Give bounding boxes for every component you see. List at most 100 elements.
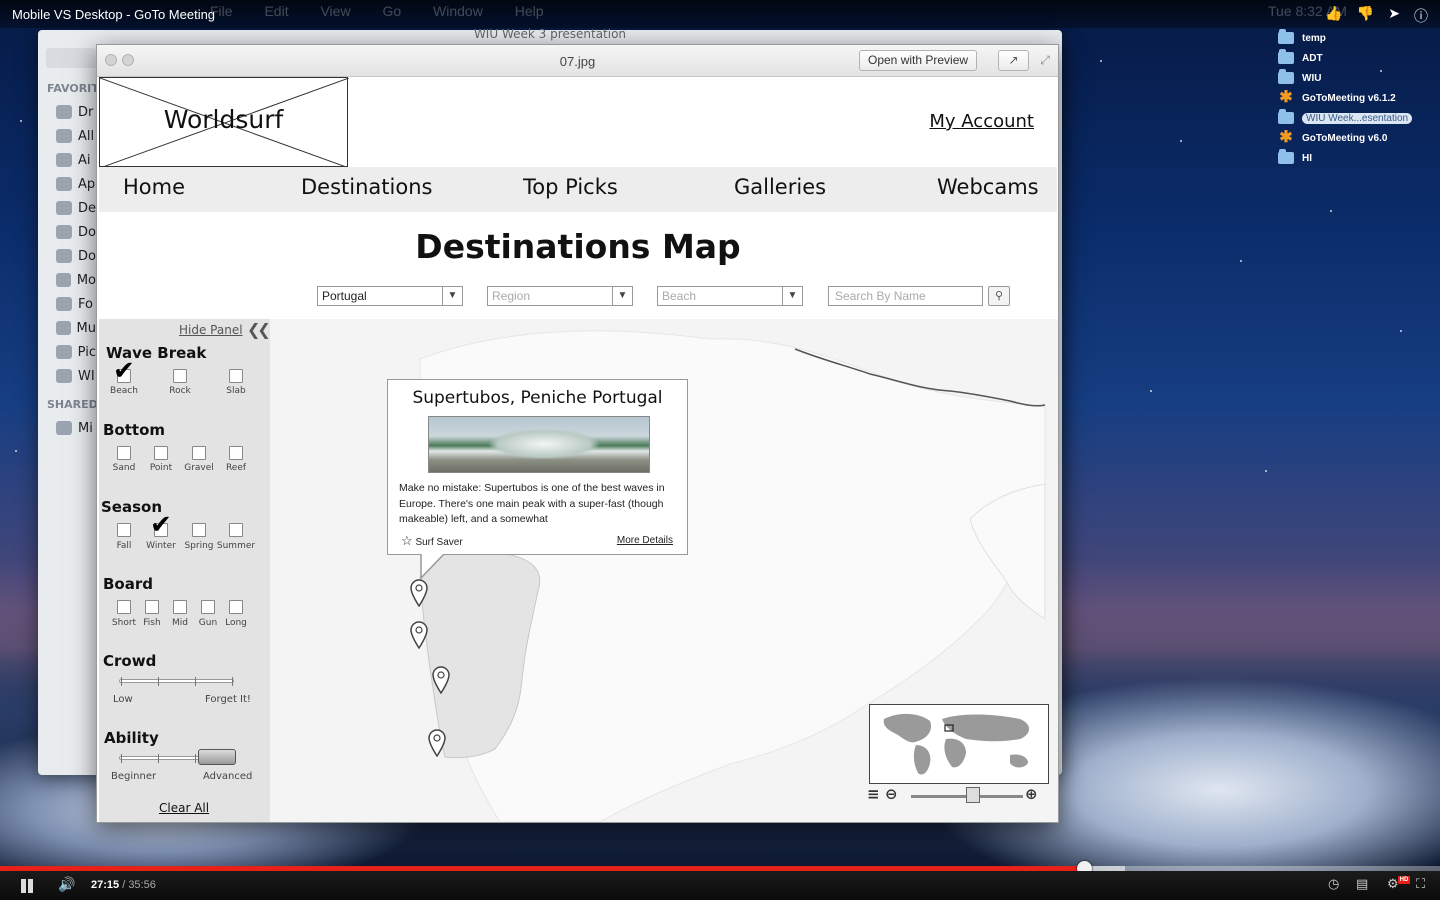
map-pin-icon[interactable] [409,621,429,649]
checkbox-label: Rock [169,386,191,396]
checkbox-rock[interactable] [173,369,187,383]
hide-panel-link[interactable]: Hide Panel [179,323,243,337]
time-display: 27:15 / 35:56 [91,879,156,891]
search-button[interactable]: ⚲ [988,286,1010,306]
pause-icon[interactable] [19,879,35,893]
desktop-item[interactable]: ADT [1278,48,1438,68]
fullscreen-icon[interactable]: ⛶ [1416,877,1425,892]
checkbox-mid[interactable] [173,600,187,614]
dropbox-icon [56,105,72,119]
computer-icon [56,421,72,435]
country-select[interactable]: Portugal ▼ [317,286,463,306]
zoom-out-icon[interactable]: ⊖ [885,785,898,803]
captions-icon[interactable]: ▤ [1356,877,1368,892]
beach-select[interactable]: Beach ▼ [657,286,803,306]
sidebar-item[interactable]: Mu [38,316,96,340]
finder-nav-buttons[interactable] [46,48,96,68]
sidebar-item[interactable]: All [38,124,96,148]
share-button[interactable]: ↗ [998,50,1029,71]
wireframe-page: Worldsurf My Account Home Destinations T… [98,77,1058,822]
more-details-link[interactable]: More Details [617,535,673,546]
checkmark-icon: ✔ [113,356,135,386]
share-icon[interactable]: ➤ [1388,6,1400,26]
info-icon[interactable]: ⓘ [1414,6,1428,26]
my-account-link[interactable]: My Account [929,111,1034,132]
nav-webcams[interactable]: Webcams [937,175,1039,199]
desktop-item[interactable]: WIU Week...esentation [1278,108,1438,128]
watch-later-icon[interactable]: ◷ [1328,877,1339,892]
nav-galleries[interactable]: Galleries [734,175,826,199]
sidebar-item[interactable]: Ai [38,148,96,172]
folder-icon [56,369,72,383]
map-pin-icon[interactable] [427,729,447,757]
checkbox-fall[interactable] [117,523,131,537]
crowd-slider[interactable] [119,679,234,683]
desktop-item[interactable]: ✱ GoToMeeting v6.0 [1278,128,1438,148]
expand-icon[interactable]: ⤢ [1037,52,1053,68]
menu-item: Window [433,3,483,19]
sidebar-item[interactable]: Pic [38,340,96,364]
music-icon [56,321,71,335]
applications-icon [56,177,72,191]
sidebar-item[interactable]: Do [38,220,96,244]
zoom-in-icon[interactable]: ⊕ [1025,785,1038,803]
map-view[interactable]: Supertubos, Peniche Portugal Make no mis… [270,319,1058,822]
settings-gear-icon[interactable]: ⚙ [1387,877,1399,892]
chevron-down-icon: ▼ [442,287,462,305]
video-title[interactable]: Mobile VS Desktop - GoTo Meeting [12,7,215,22]
logo-placeholder[interactable]: Worldsurf [99,77,349,168]
sidebar-item[interactable]: Ap [38,172,96,196]
slider-tick [195,677,196,686]
world-minimap[interactable] [869,704,1049,784]
nav-top-picks[interactable]: Top Picks [523,175,618,199]
checkbox-gravel[interactable] [192,446,206,460]
sidebar-item[interactable]: Mi [38,416,96,440]
nav-home[interactable]: Home [123,175,185,199]
search-input[interactable]: Search By Name [828,286,983,306]
video-controls: 🔊 27:15 / 35:56 ◷ ▤ ⚙ ⛶ [0,871,1440,900]
checkbox-sand[interactable] [117,446,131,460]
like-icon[interactable]: 👍 [1325,6,1342,26]
popup-description: Make no mistake: Supertubos is one of th… [399,482,665,525]
checkbox-long[interactable] [229,600,243,614]
checkbox-short[interactable] [117,600,131,614]
desktop-item[interactable]: ✱ GoToMeeting v6.1.2 [1278,88,1438,108]
sidebar-item[interactable]: Mo [38,268,96,292]
map-pin-icon[interactable] [431,666,451,694]
sidebar-item[interactable]: WI [38,364,96,388]
surf-saver-button[interactable]: ☆ Surf Saver [401,533,463,549]
checkbox-label: Slab [226,386,246,396]
desktop-item[interactable]: temp [1278,28,1438,48]
checkbox-fish[interactable] [145,600,159,614]
slider-min-label: Beginner [111,771,157,782]
mac-menubar: File Edit View Go Window Help [210,3,572,19]
layers-icon[interactable]: ≡ [867,785,880,803]
ability-slider-knob[interactable] [198,749,236,765]
slider-max-label: Advanced [203,771,253,782]
checkbox-point[interactable] [154,446,168,460]
checkbox-label: Long [225,618,247,628]
pictures-icon [56,345,72,359]
map-pin-icon[interactable] [409,579,429,607]
checkbox-gun[interactable] [201,600,215,614]
sidebar-item[interactable]: Fo [38,292,96,316]
checkbox-slab[interactable] [229,369,243,383]
zoom-slider-knob[interactable] [966,787,980,803]
open-with-preview-button[interactable]: Open with Preview [859,50,978,71]
movies-icon [56,273,71,287]
checkbox-summer[interactable] [229,523,243,537]
desktop-icons: temp ADT WIU ✱ GoToMeeting v6.1.2 WIU Wee… [1278,28,1438,168]
sidebar-item[interactable]: Do [38,244,96,268]
region-select[interactable]: Region ▼ [487,286,633,306]
clear-all-link[interactable]: Clear All [159,801,209,815]
desktop-item[interactable]: HI [1278,148,1438,168]
sidebar-item[interactable]: Dr [38,100,96,124]
nav-destinations[interactable]: Destinations [301,175,432,199]
downloads-icon [56,249,72,263]
dislike-icon[interactable]: 👎 [1357,6,1374,26]
volume-icon[interactable]: 🔊 [58,877,75,893]
sidebar-item[interactable]: De [38,196,96,220]
desktop-item[interactable]: WIU [1278,68,1438,88]
checkbox-spring[interactable] [192,523,206,537]
checkbox-reef[interactable] [229,446,243,460]
